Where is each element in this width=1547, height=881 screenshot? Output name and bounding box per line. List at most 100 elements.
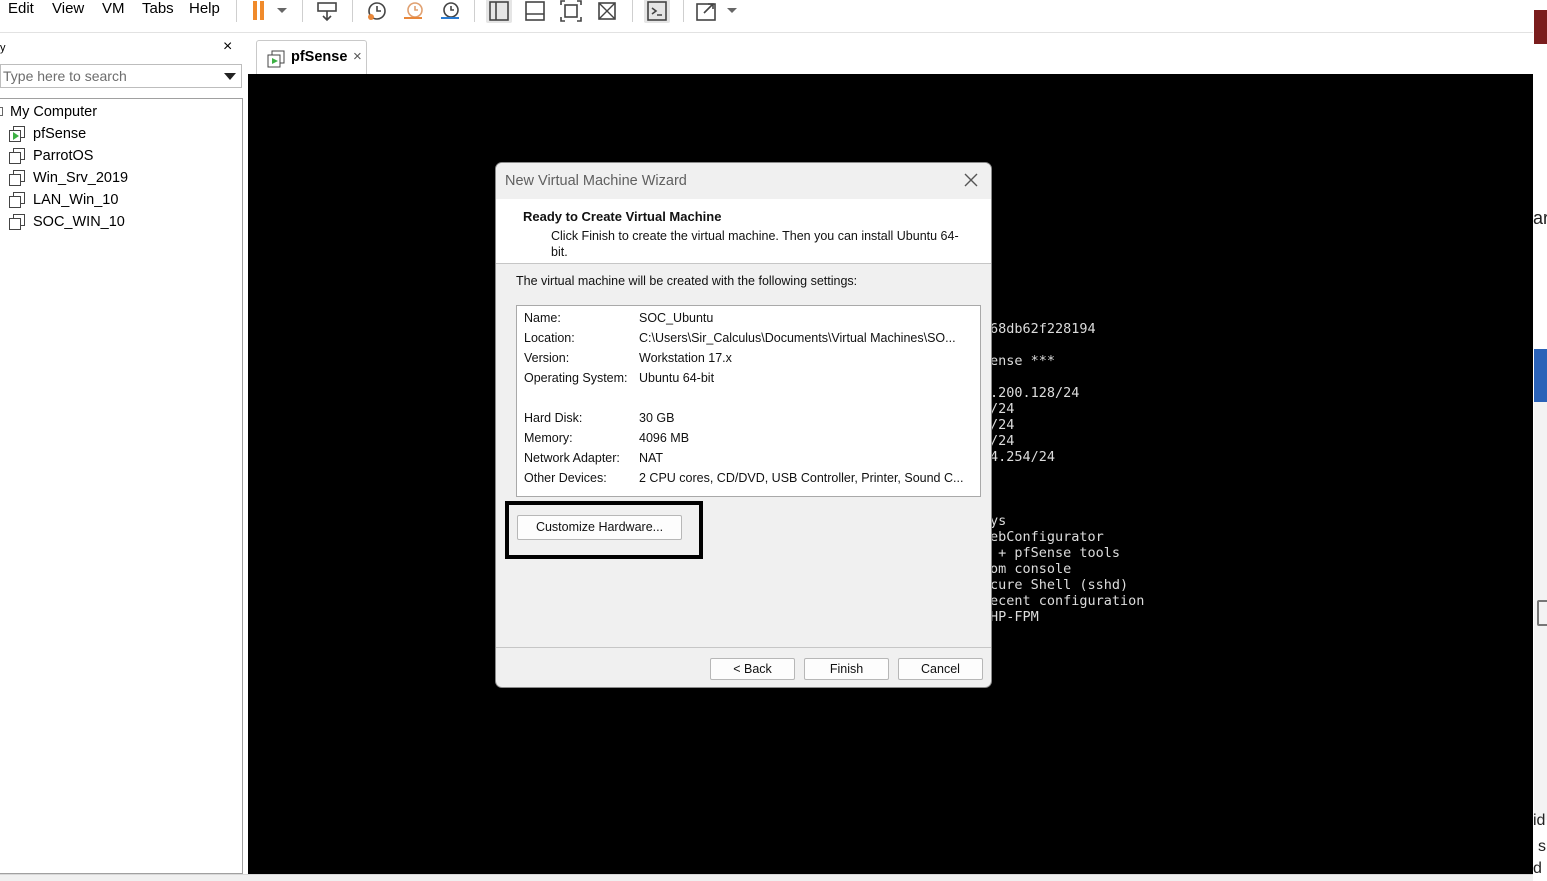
tree-vm-win-srv-2019[interactable]: Win_Srv_2019 [8,167,128,189]
stretch-dropdown-icon[interactable] [722,0,742,23]
console-line: ecent configuration [990,593,1145,609]
tree-vm-lan-win-10[interactable]: LAN_Win_10 [8,189,118,211]
search-dropdown-icon[interactable] [224,73,236,80]
edge-text: d a [1533,860,1547,877]
console-line: ebConfigurator [990,529,1104,545]
library-tree: My Computer pfSense ParrotOS Win_Srv_201… [0,98,243,874]
thumbnail-bar-icon[interactable] [522,0,548,23]
settings-value: Workstation 17.x [639,351,732,365]
dialog-footer-divider [496,647,991,648]
console-line: 68db62f228194 [990,321,1096,337]
close-icon[interactable] [963,172,979,188]
pause-icon[interactable] [246,0,272,23]
toolbar-separator [683,0,684,22]
customize-hardware-button[interactable]: Customize Hardware... [517,515,682,540]
settings-value: C:\Users\Sir_Calculus\Documents\Virtual … [639,331,956,345]
settings-row: Version: Workstation 17.x [524,351,974,371]
tree-vm-parrotos[interactable]: ParrotOS [8,145,93,167]
settings-value: 2 CPU cores, CD/DVD, USB Controller, Pri… [639,471,964,485]
settings-value: SOC_Ubuntu [639,311,714,325]
vm-label: LAN_Win_10 [33,192,119,208]
settings-label: Name: [524,311,561,325]
snapshot-revert-icon[interactable] [401,0,427,23]
tab-close-button[interactable]: × [353,48,362,65]
settings-row: Name: SOC_Ubuntu [524,311,974,331]
stretch-icon[interactable] [694,0,720,23]
dialog-heading: Ready to Create Virtual Machine [523,209,722,224]
console-line: /24 [990,433,1015,449]
vm-label: SOC_WIN_10 [33,214,125,230]
console-line: ys [990,513,1007,529]
tree-vm-pfsense[interactable]: pfSense [8,123,87,145]
console-line: + pfSense tools [990,545,1121,561]
vm-icon [9,170,25,186]
menu-toolbar-bar: Edit View VM Tabs Help [0,0,1533,33]
console-icon[interactable] [644,0,670,23]
dialog-titlebar: New Virtual Machine Wizard [496,163,991,199]
tab-label: pfSense [291,49,348,65]
settings-value: NAT [639,451,664,465]
edge-text: s [1538,838,1546,855]
cancel-button[interactable]: Cancel [898,658,983,680]
console-line: /24 [990,417,1015,433]
vm-label: Win_Srv_2019 [33,170,129,186]
vm-running-icon [9,126,25,142]
send-ctrl-alt-del-icon[interactable] [314,0,340,23]
library-search-box[interactable] [0,64,242,88]
settings-value: 4096 MB [639,431,690,445]
toolbar-separator [302,0,303,22]
library-close-button[interactable]: × [223,39,232,55]
edge-blue-bar [1534,349,1547,402]
vm-label: ParrotOS [33,148,94,164]
dialog-title: New Virtual Machine Wizard [505,173,687,189]
power-dropdown-icon[interactable] [272,0,292,23]
settings-label: Memory: [524,431,573,445]
status-bar [0,874,1533,881]
settings-value: 30 GB [639,411,675,425]
menu-tabs[interactable]: Tabs [142,0,174,21]
vm-label: pfSense [33,126,87,142]
back-button[interactable]: < Back [710,658,795,680]
settings-row: Network Adapter: NAT [524,451,974,471]
settings-value: Ubuntu 64-bit [639,371,715,385]
fit-window-icon[interactable] [558,0,584,23]
menu-help[interactable]: Help [189,0,220,21]
fullscreen-unity-icon[interactable] [594,0,620,23]
tree-root-label: My Computer [10,104,98,120]
console-line: om console [990,561,1072,577]
menu-edit[interactable]: Edit [8,0,34,21]
console-line: ense *** [990,353,1056,369]
settings-label: Network Adapter: [524,451,620,465]
settings-intro-text: The virtual machine will be created with… [516,274,858,288]
console-line: HP-FPM [990,609,1039,625]
vm-icon [9,148,25,164]
library-panel: y × My Computer pfSense ParrotOS Win_Srv… [0,34,244,874]
toolbar-separator [632,0,633,22]
edge-control-icon [1537,600,1547,626]
settings-label: Version: [524,351,570,365]
settings-label: Operating System: [524,371,628,385]
console-line: .200.128/24 [990,385,1080,401]
background-window-edge: ar id s d a [1533,0,1547,881]
library-title: y [0,42,6,54]
tree-root-my-computer[interactable]: My Computer [0,101,97,123]
library-view-icon[interactable] [486,0,512,23]
dialog-header: Ready to Create Virtual Machine Click Fi… [496,199,991,264]
settings-row: Other Devices: 2 CPU cores, CD/DVD, USB C… [524,471,974,491]
tab-pfsense[interactable]: pfSense × [256,40,367,74]
edge-text: id [1533,812,1546,829]
tab-strip: pfSense × [248,34,1533,74]
vm-running-icon [267,50,285,68]
tree-vm-soc-win-10[interactable]: SOC_WIN_10 [8,211,125,233]
settings-row: Hard Disk: 30 GB [524,411,974,431]
settings-row: Memory: 4096 MB [524,431,974,451]
snapshot-manager-icon[interactable] [437,0,463,23]
menu-view[interactable]: View [52,0,84,21]
menu-vm[interactable]: VM [102,0,125,21]
computer-icon [0,107,3,116]
library-search-input[interactable] [3,66,215,86]
snapshot-take-icon[interactable] [364,0,390,23]
finish-button[interactable]: Finish [804,658,889,680]
edge-badge [1534,10,1547,44]
settings-label: Hard Disk: [524,411,583,425]
